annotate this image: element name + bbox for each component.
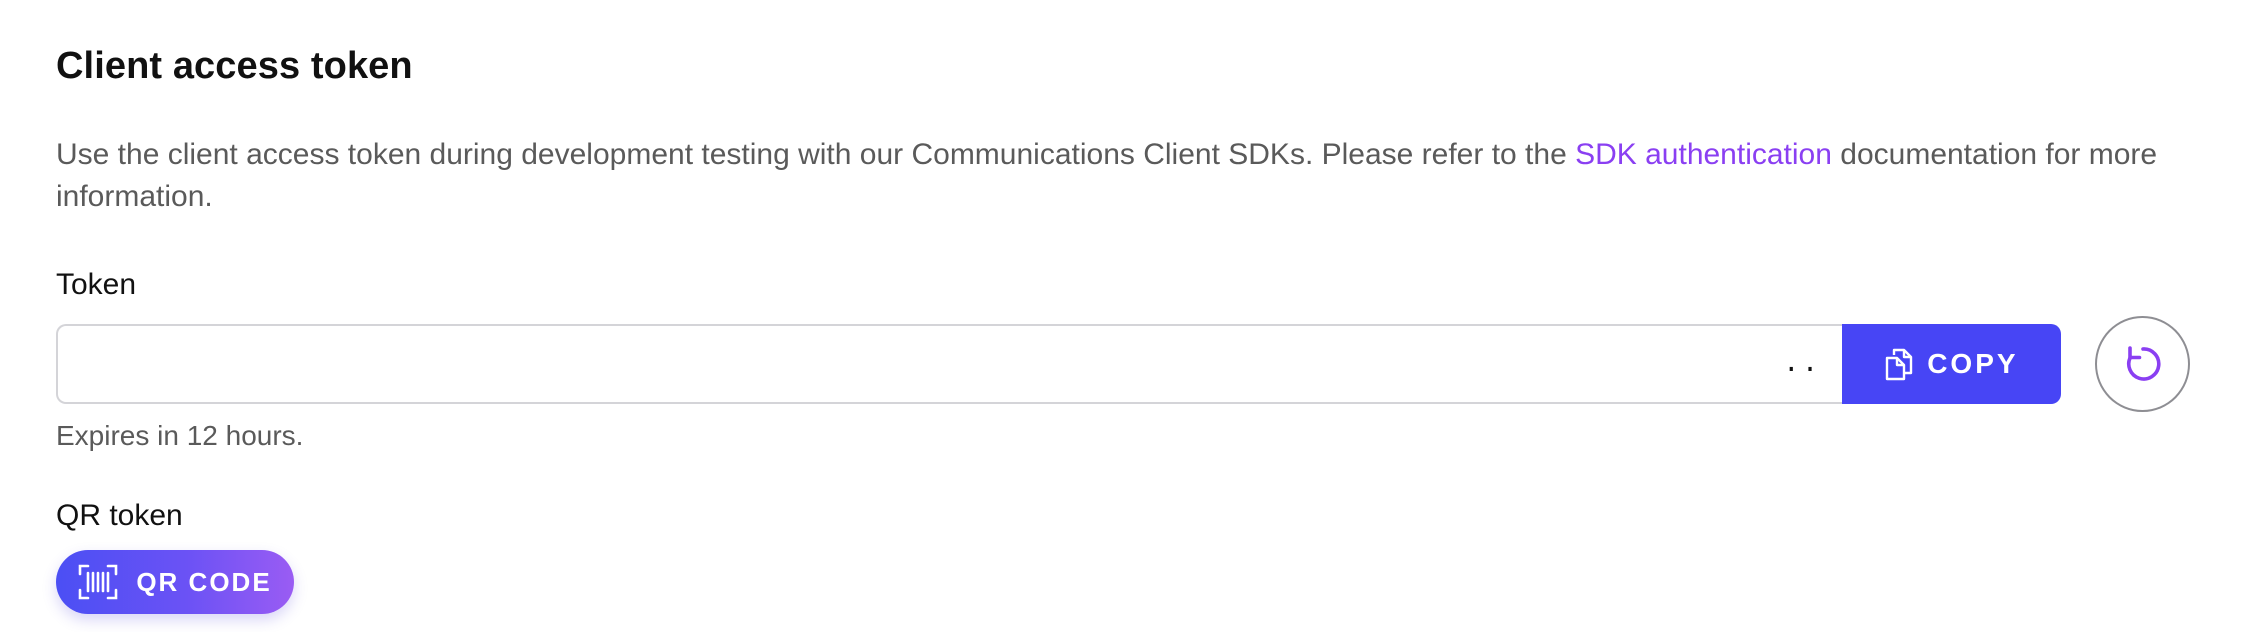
qr-code-button-label: QR CODE	[136, 566, 272, 597]
refresh-icon	[2119, 340, 2167, 388]
token-field-wrapper	[56, 324, 1843, 404]
section-title: Client access token	[56, 45, 413, 87]
token-row: COPY	[56, 316, 2190, 412]
copy-button-label: COPY	[1927, 348, 2019, 379]
copy-button[interactable]: COPY	[1842, 324, 2062, 404]
client-access-token-section: Client access token Use the client acces…	[0, 0, 2246, 632]
copy-icon	[1885, 347, 1913, 381]
description-text-start: Use the client access token during devel…	[56, 138, 1576, 171]
qr-code-button[interactable]: QR CODE	[56, 550, 294, 614]
regenerate-token-button[interactable]	[2095, 316, 2190, 412]
token-expiry-text: Expires in 12 hours.	[56, 420, 304, 451]
qr-token-label: QR token	[56, 499, 183, 532]
sdk-authentication-link[interactable]: SDK authentication	[1575, 138, 1832, 171]
qr-scan-icon	[78, 564, 118, 600]
token-field[interactable]	[58, 326, 1843, 402]
section-description: Use the client access token during devel…	[56, 134, 2176, 218]
token-label: Token	[56, 268, 137, 301]
